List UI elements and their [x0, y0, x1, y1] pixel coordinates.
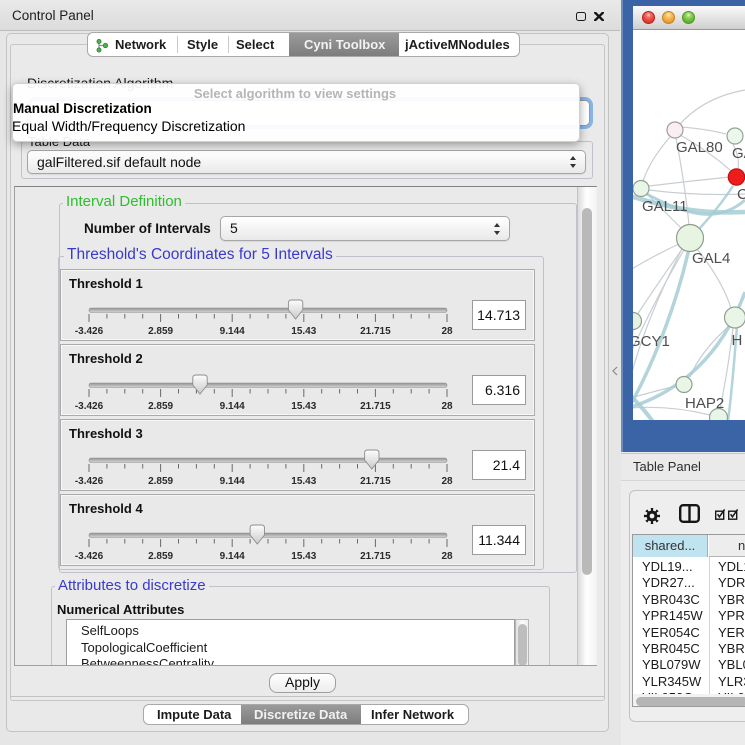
svg-text:GCY1: GCY1 — [633, 333, 670, 350]
svg-text:HAP2: HAP2 — [685, 395, 724, 412]
svg-text:H: H — [732, 332, 743, 349]
svg-text:CD: CD — [737, 186, 745, 203]
svg-text:GAL11: GAL11 — [642, 198, 688, 215]
svg-text:GA: GA — [732, 145, 745, 162]
svg-text:GAL4: GAL4 — [692, 250, 730, 267]
svg-text:GAL80: GAL80 — [676, 139, 723, 156]
